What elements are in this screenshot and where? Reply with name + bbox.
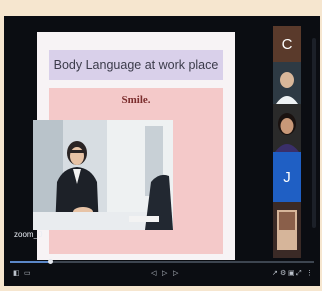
previous-icon[interactable]: ◁ — [151, 270, 156, 278]
participant-photo — [273, 104, 301, 152]
settings-icon[interactable]: ⚙ — [280, 270, 286, 278]
participant-tile[interactable] — [273, 202, 301, 258]
volume-icon[interactable]: ◧ — [13, 270, 20, 278]
participant-strip: C J — [273, 26, 301, 258]
seek-handle[interactable] — [47, 259, 53, 264]
slide-title: Body Language at work place — [49, 50, 223, 80]
captions-icon[interactable]: ▭ — [24, 270, 31, 278]
pip-icon[interactable]: ▣ — [288, 270, 295, 278]
participant-initial: C — [281, 35, 293, 53]
fullscreen-icon[interactable]: ⤢ — [296, 270, 302, 278]
participant-tile[interactable] — [273, 104, 301, 152]
participant-photo — [273, 62, 301, 104]
participant-tile[interactable] — [273, 62, 301, 104]
slide-photo — [33, 120, 173, 230]
participant-scrollbar[interactable] — [312, 38, 316, 228]
participant-photo — [273, 202, 301, 258]
player-controls: ◧ ▭ ◁ ▷ ▷ ↗ ⚙ ▣ ⤢ ⋮ — [4, 258, 320, 286]
participant-tile[interactable]: C — [273, 26, 301, 62]
presenter-name-label: zoom_0 — [14, 230, 43, 239]
video-player: Body Language at work place Smile. zoom_… — [4, 16, 320, 286]
play-icon[interactable]: ▷ — [162, 270, 167, 278]
participant-tile[interactable]: J — [273, 152, 301, 202]
next-icon[interactable]: ▷ — [173, 270, 178, 278]
seek-bar[interactable] — [10, 259, 314, 264]
slide-subtitle: Smile. — [121, 94, 151, 106]
seek-progress — [10, 261, 50, 263]
share-icon[interactable]: ↗ — [272, 270, 278, 278]
more-icon[interactable]: ⋮ — [306, 270, 313, 278]
participant-avatar: C — [273, 26, 301, 62]
participant-initial: J — [283, 168, 291, 186]
